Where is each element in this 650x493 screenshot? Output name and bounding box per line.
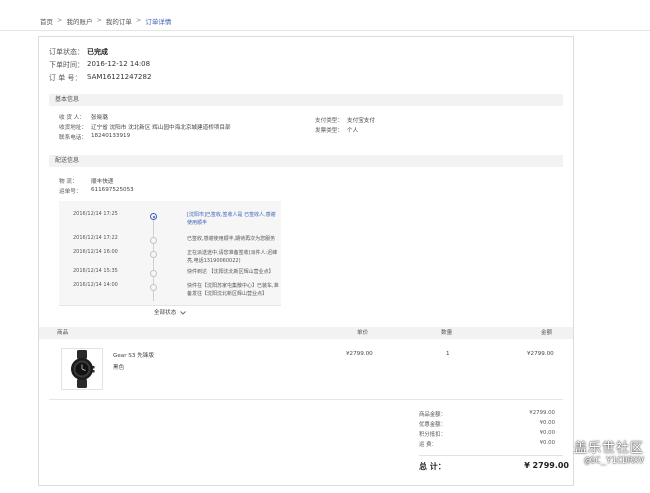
product-amount: ¥2799.00: [527, 351, 554, 357]
order-number-label: 订 单 号：: [49, 74, 82, 82]
order-number: SAM16121247282: [87, 73, 152, 81]
address-label: 收货地址：: [59, 125, 87, 131]
col-amount: 金额: [541, 330, 553, 336]
show-all-status-label: 全部状态: [153, 310, 177, 316]
payment-value: 支付宝支付: [347, 118, 375, 124]
carrier-value: 顺丰快递: [91, 179, 114, 185]
timeline-dot: [150, 251, 157, 258]
timeline-dot: [150, 284, 157, 291]
phone-value: 18240133919: [91, 133, 131, 139]
address-value: 辽宁省 沈阳市 沈北新区 辉山园中海北京城建道桥项目部: [91, 125, 231, 131]
discount-row: 优惠金额： ¥0.00: [419, 420, 555, 429]
show-all-status-button[interactable]: 全部状态: [59, 305, 281, 319]
total-label: 总 计：: [419, 462, 446, 471]
chevron-down-icon: [178, 310, 186, 316]
product-image[interactable]: [61, 348, 103, 390]
community-watermark: 盖乐世社区 @GC_Y1CDRXV: [574, 437, 644, 466]
tracking-event-time: 2016/12/14 17:22: [73, 235, 118, 241]
points-label: 积分抵扣：: [419, 432, 446, 438]
col-price: 单价: [357, 330, 369, 336]
product-price: ¥2799.00: [346, 351, 373, 357]
shipping-info-header: 配送信息: [49, 155, 563, 167]
watermark-title: 盖乐世社区: [573, 441, 644, 456]
breadcrumb-separator: >: [135, 16, 142, 24]
goods-amount: ¥2799.00: [529, 410, 555, 416]
breadcrumb-home[interactable]: 首页: [40, 16, 53, 26]
goods-amount-label: 商品金额：: [419, 412, 446, 418]
tracking-number-row: 运单号： 611697525053: [59, 187, 134, 195]
col-product: 商品: [57, 330, 69, 336]
tracking-number-label: 运单号：: [59, 189, 82, 195]
product-name[interactable]: Gear S3 先锋版: [113, 351, 154, 359]
tracking-number: 611697525053: [91, 187, 134, 193]
header-divider: [0, 30, 650, 31]
invoice-label: 发票类型：: [315, 128, 343, 134]
shipping-fee: ¥0.00: [539, 440, 555, 446]
product-table-header: 商品 单价 数量 金额: [39, 327, 573, 339]
receiver-row: 收 货 人： 张晓璐: [59, 113, 108, 121]
tracking-event-desc: 快件在【沈阳苏家屯集散中心】已装车,准备发往【沈阳沈北新区辉山营业点】: [187, 283, 279, 297]
invoice-row: 发票类型： 个人: [315, 126, 358, 134]
timeline-dot: [150, 237, 157, 244]
tracking-event-time: 2016/12/14 15:35: [73, 268, 118, 274]
points-amount: ¥0.00: [539, 430, 555, 436]
address-row: 收货地址： 辽宁省 沈阳市 沈北新区 辉山园中海北京城建道桥项目部: [59, 123, 231, 131]
tracking-event-time: 2016/12/14 14:00: [73, 282, 118, 288]
carrier-row: 物 流： 顺丰快递: [59, 177, 113, 185]
breadcrumb: 首页 > 我的账户 > 我的订单 > 订单详情: [40, 16, 171, 26]
order-time-label: 下单时间：: [49, 61, 84, 69]
breadcrumb-current: 订单详情: [145, 18, 172, 26]
receiver-name: 张晓璐: [91, 115, 108, 121]
breadcrumb-account[interactable]: 我的账户: [66, 16, 92, 26]
tracking-timeline: 2016/12/14 17:25 [沈阳市]已签收,签收人是 已签收人,感谢使用…: [59, 201, 281, 319]
tracking-event-desc: 已签收,感谢使用顺丰,期待再次为您服务: [187, 236, 276, 242]
product-qty: 1: [446, 351, 450, 357]
order-status: 已完成: [87, 48, 108, 56]
shipping-fee-row: 运 费： ¥0.00: [419, 440, 555, 449]
basic-info-header: 基本信息: [49, 94, 563, 106]
points-row: 积分抵扣： ¥0.00: [419, 430, 555, 439]
receiver-label: 收 货 人：: [59, 115, 85, 121]
timeline-dot-active: [150, 213, 157, 220]
payment-row: 支付类型： 支付宝支付: [315, 116, 375, 124]
tracking-event-desc: [沈阳市]已签收,签收人是 已签收人,感谢使用顺丰: [187, 212, 276, 226]
order-status-row: 订单状态： 已完成: [49, 47, 108, 57]
tracking-event-desc: 正在派送途中,请您准备签收(派件人:迟峰亮,电话13190060022): [187, 250, 278, 264]
order-time: 2016-12-12 14:08: [87, 60, 151, 68]
order-number-row: 订 单 号： SAM16121247282: [49, 73, 151, 83]
tracking-event-time: 2016/12/14 16:00: [73, 249, 118, 255]
phone-row: 联系电话： 18240133919: [59, 133, 130, 141]
tracking-event-time: 2016/12/14 17:25: [73, 211, 118, 217]
breadcrumb-separator: >: [57, 16, 63, 24]
phone-label: 联系电话：: [59, 135, 87, 141]
table-divider: [49, 399, 563, 400]
order-detail-panel: 订单状态： 已完成 下单时间： 2016-12-12 14:08 订 单 号： …: [38, 36, 574, 486]
total-amount: ¥ 2799.00: [524, 461, 569, 470]
summary-divider: [419, 455, 563, 456]
timeline-dot: [150, 270, 157, 277]
goods-amount-row: 商品金额： ¥2799.00: [419, 410, 555, 419]
discount-amount: ¥0.00: [539, 420, 555, 426]
product-color: 黑色: [113, 365, 125, 371]
shipping-fee-label: 运 费：: [419, 442, 437, 448]
tracking-event-desc: 快件到达 【沈阳沈北新区辉山营业点】: [187, 269, 274, 275]
payment-label: 支付类型：: [315, 118, 343, 124]
order-status-label: 订单状态：: [49, 48, 84, 56]
watch-icon: [71, 350, 95, 388]
order-time-row: 下单时间： 2016-12-12 14:08: [49, 60, 150, 70]
discount-label: 优惠金额：: [419, 422, 446, 428]
watermark-handle: @GC_Y1CDRXV: [584, 456, 644, 466]
invoice-value: 个人: [347, 128, 359, 134]
breadcrumb-orders[interactable]: 我的订单: [106, 16, 132, 26]
carrier-label: 物 流：: [59, 179, 78, 185]
col-qty: 数量: [441, 330, 453, 336]
breadcrumb-separator: >: [96, 16, 102, 24]
